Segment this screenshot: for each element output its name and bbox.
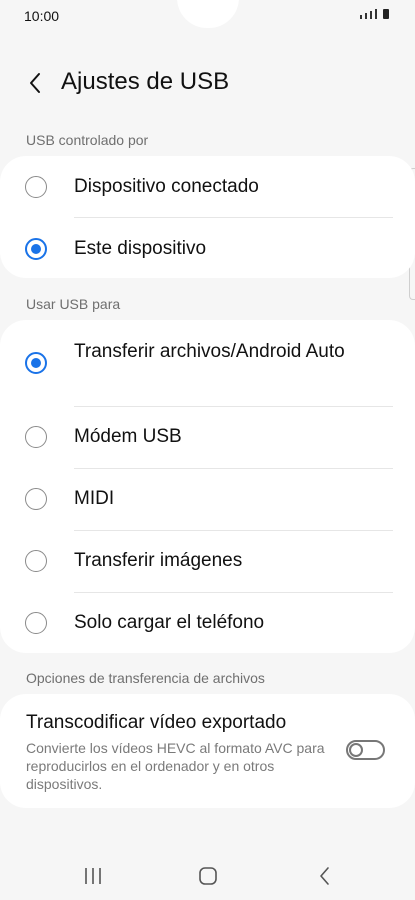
nav-back-button[interactable] [311,864,339,888]
battery-icon [383,9,389,19]
transcode-toggle[interactable] [346,740,385,760]
radio-option-usb-modem[interactable]: Módem USB [0,407,415,468]
radio-button[interactable] [25,176,47,198]
radio-option-midi[interactable]: MIDI [0,469,415,530]
signal-icon-bar [375,9,377,19]
signal-icon [360,15,362,19]
header: Ajustes de USB [0,62,415,102]
home-icon [199,867,217,885]
radio-button-selected[interactable] [25,238,47,260]
option-label: MIDI [74,488,115,509]
radio-option-transfer-images[interactable]: Transferir imágenes [0,531,415,592]
signal-icon-bar [370,11,372,19]
status-time: 10:00 [24,8,60,24]
radio-button-selected[interactable] [25,352,47,374]
file-transfer-options-card[interactable]: Transcodificar vídeo exportado Convierte… [0,694,415,808]
toggle-knob [349,743,363,757]
home-button[interactable] [194,864,222,888]
recents-button[interactable] [79,864,107,888]
option-label: Transferir archivos/Android Auto [74,341,345,362]
navigation-bar [0,850,415,900]
radio-button[interactable] [25,488,47,510]
section-label-file-transfer-options: Opciones de transferencia de archivos [26,670,265,686]
radio-option-charge-only[interactable]: Solo cargar el teléfono [0,593,415,653]
option-label: Dispositivo conectado [74,176,259,197]
section-label-use-usb-for: Usar USB para [26,296,121,312]
camera-notch [177,0,239,28]
option-label: Solo cargar el teléfono [74,612,265,633]
status-icons [360,9,389,19]
radio-option-transfer-files[interactable]: Transferir archivos/Android Auto [0,320,415,406]
option-label: Este dispositivo [74,238,207,259]
transcode-title: Transcodificar vídeo exportado [26,712,287,733]
radio-button[interactable] [25,612,47,634]
radio-option-connected-device[interactable]: Dispositivo conectado [0,156,415,217]
radio-option-this-device[interactable]: Este dispositivo [0,218,415,278]
status-bar: 10:00 [0,0,415,30]
transcode-description: Convierte los vídeos HEVC al formato AVC… [26,740,325,792]
signal-icon-bar [365,13,367,19]
radio-button[interactable] [25,426,47,448]
back-button[interactable] [22,66,50,98]
page-title: Ajustes de USB [61,68,230,95]
usb-controlled-by-card: Dispositivo conectado Este dispositivo [0,156,415,278]
radio-button[interactable] [25,550,47,572]
nav-back-icon [320,867,329,885]
recents-icon [85,868,101,884]
section-label-usb-controlled-by: USB controlado por [26,132,149,148]
option-label: Transferir imágenes [74,550,243,571]
back-arrow-icon [30,73,40,93]
use-usb-for-card: Transferir archivos/Android Auto Módem U… [0,320,415,653]
option-label: Módem USB [74,426,182,447]
